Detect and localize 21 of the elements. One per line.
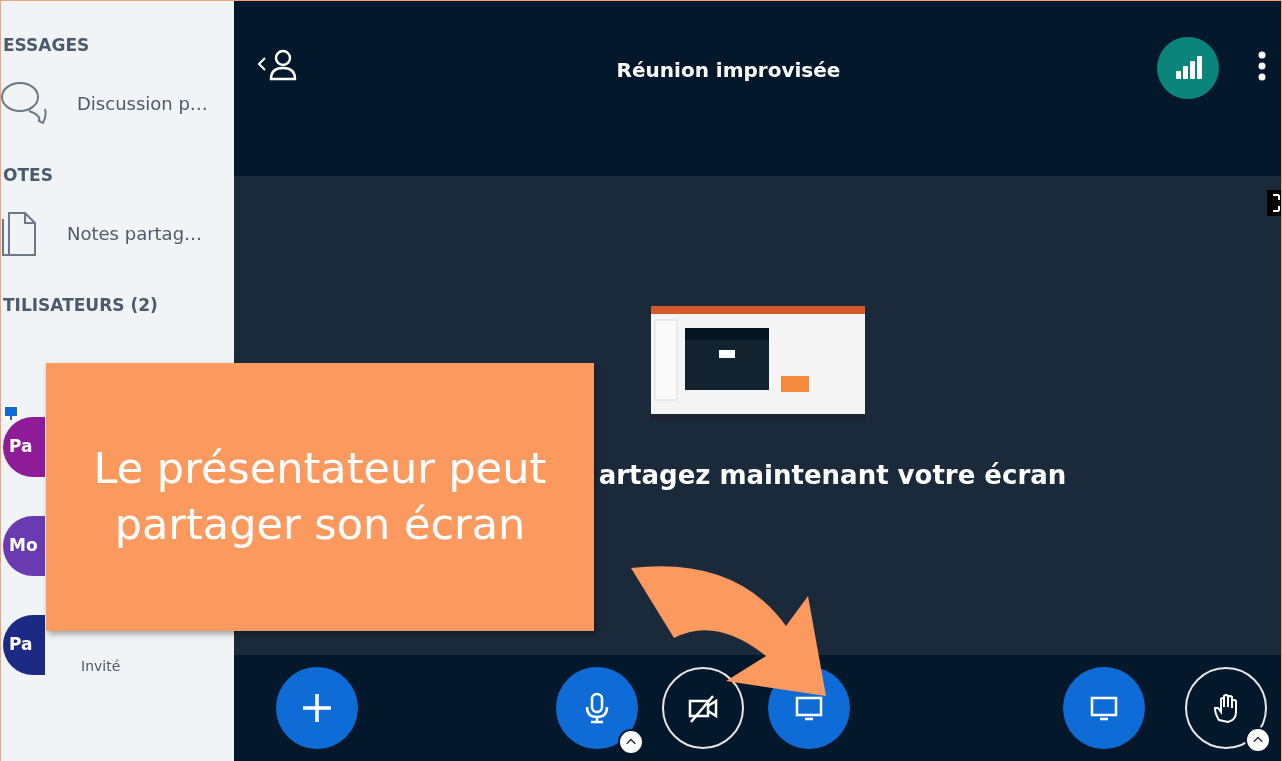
connection-status-icon[interactable]	[1157, 37, 1219, 99]
section-heading: OTES	[3, 164, 54, 187]
callout-text: Le présentateur peut partager son écran	[92, 442, 548, 551]
chat-bubbles-icon	[1, 81, 47, 125]
fullscreen-icon[interactable]	[1267, 190, 1281, 216]
user-avatar[interactable]: Pa	[3, 416, 45, 477]
sidebar-item[interactable]: Discussion p…	[1, 63, 234, 143]
section-heading: TILISATEURS (2)	[3, 294, 159, 317]
section-heading: ESSAGES	[3, 34, 91, 57]
share-screen-message: artagez maintenant votre écran	[598, 459, 1067, 492]
meeting-title: Réunion improvisée	[615, 57, 842, 84]
hand-button[interactable]	[1185, 667, 1267, 749]
user-avatar[interactable]: Mo	[3, 515, 45, 576]
user-avatar[interactable]: Pa	[3, 614, 45, 675]
user-role: Invité	[81, 657, 121, 676]
caret-icon[interactable]	[1245, 727, 1271, 753]
caret-icon[interactable]	[618, 729, 644, 755]
more-options-icon[interactable]	[1257, 51, 1267, 81]
plus-icon	[301, 692, 333, 724]
documents-icon	[1, 209, 37, 257]
sidebar-item[interactable]: Notes partag…	[1, 193, 234, 273]
